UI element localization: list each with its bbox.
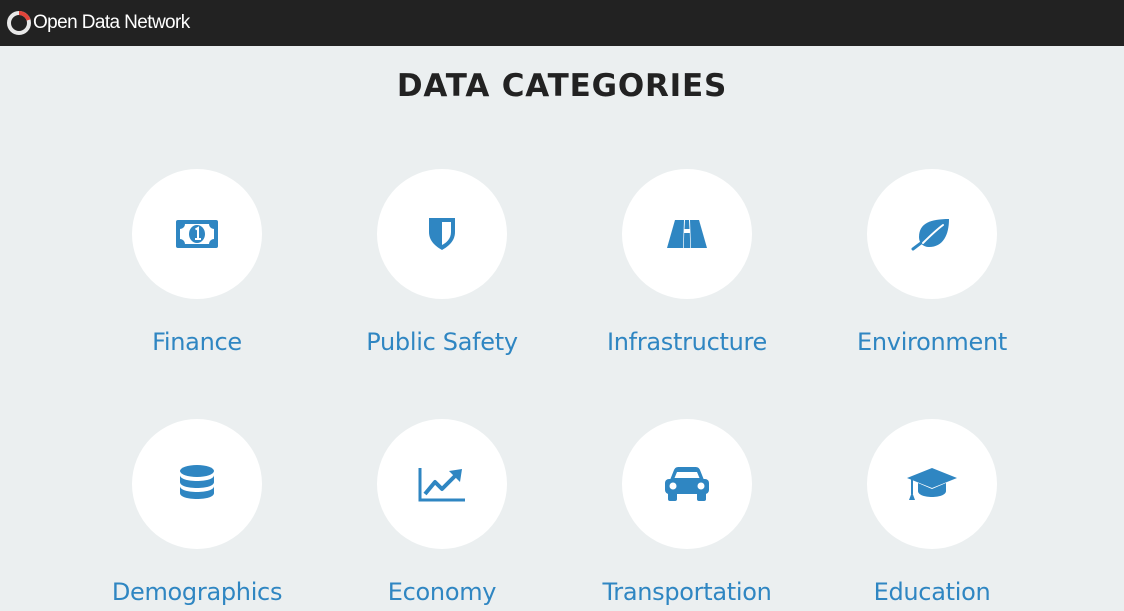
money-bill-icon <box>176 220 218 248</box>
category-education[interactable]: Education <box>812 419 1052 607</box>
leaf-icon <box>911 219 949 251</box>
category-economy[interactable]: Economy <box>322 419 562 607</box>
category-icon-circle <box>867 169 997 299</box>
category-demographics[interactable]: Demographics <box>77 419 317 607</box>
line-chart-icon <box>418 468 465 502</box>
category-environment[interactable]: Environment <box>812 169 1052 357</box>
page-title: DATA CATEGORIES <box>396 68 728 104</box>
category-finance[interactable]: Finance <box>77 169 317 357</box>
car-icon <box>665 467 709 501</box>
category-icon-circle <box>622 169 752 299</box>
category-icon-circle <box>867 419 997 549</box>
road-icon <box>667 220 707 248</box>
category-label: Infrastructure <box>606 328 768 356</box>
category-icon-circle <box>132 169 262 299</box>
category-icon-circle <box>132 419 262 549</box>
category-label: Environment <box>857 328 1007 356</box>
category-public-safety[interactable]: Public Safety <box>322 169 562 357</box>
category-label: Education <box>873 578 991 606</box>
category-label: Finance <box>152 328 242 356</box>
brand-name: Open Data Network <box>33 12 190 33</box>
graduation-cap-icon <box>907 468 957 500</box>
shield-icon <box>429 218 455 250</box>
category-label: Public Safety <box>366 328 518 356</box>
category-label: Economy <box>387 578 497 606</box>
category-label: Demographics <box>111 578 283 606</box>
database-icon <box>180 465 214 499</box>
top-navigation-bar: Open Data Network <box>0 0 1124 46</box>
category-transportation[interactable]: Transportation <box>567 419 807 607</box>
brand-logo-link[interactable]: Open Data Network <box>6 9 190 37</box>
category-label: Transportation <box>602 578 772 606</box>
category-icon-circle <box>377 169 507 299</box>
brand-logo-icon <box>7 11 31 35</box>
category-icon-circle <box>377 419 507 549</box>
category-icon-circle <box>622 419 752 549</box>
category-infrastructure[interactable]: Infrastructure <box>567 169 807 357</box>
